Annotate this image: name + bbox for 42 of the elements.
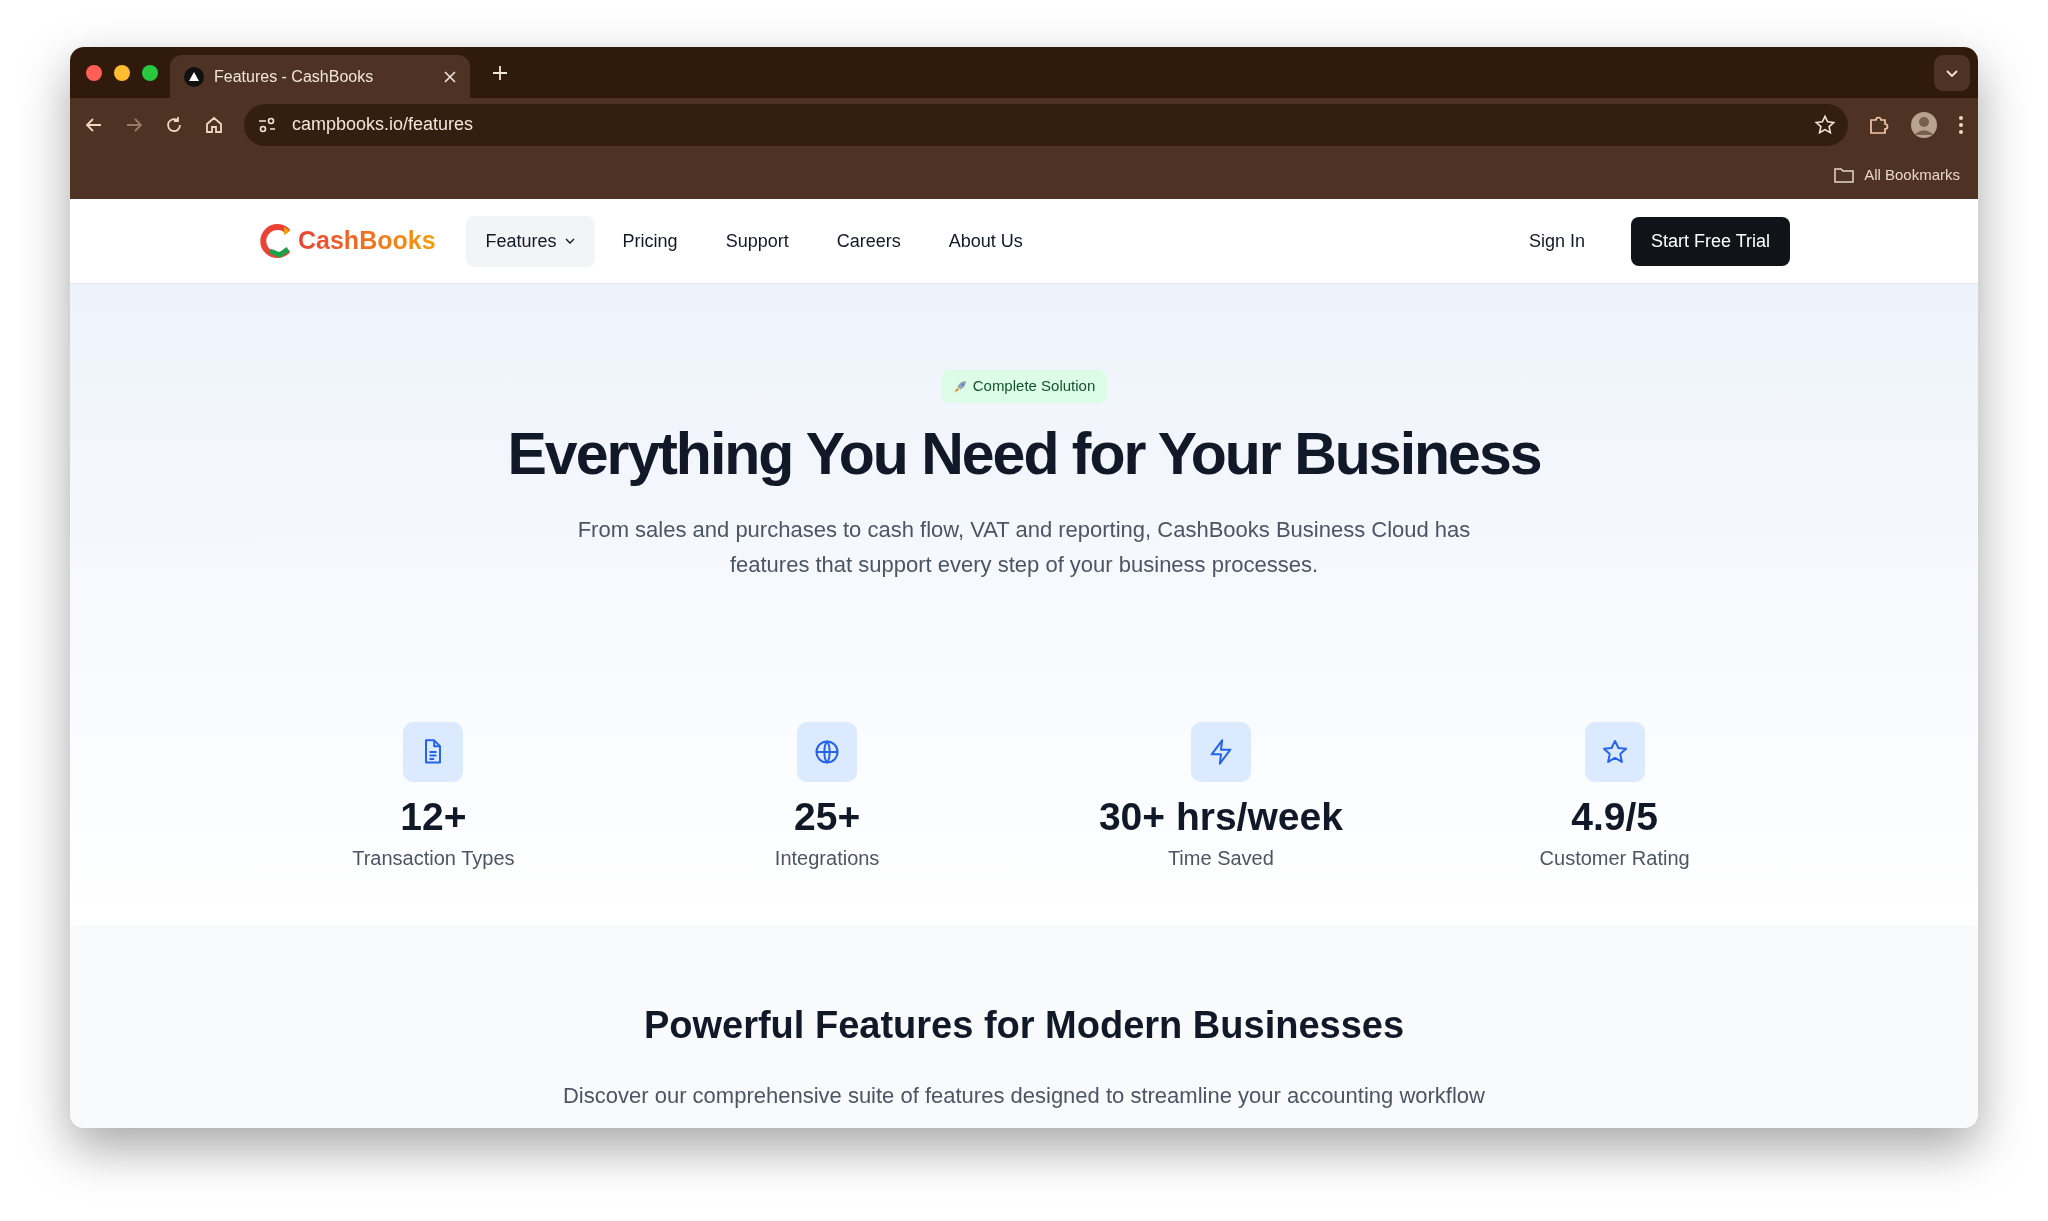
tab-list-chevron-icon[interactable] bbox=[1934, 54, 1970, 91]
tab-title: Features - CashBooks bbox=[214, 66, 375, 87]
stat-label: Integrations bbox=[774, 845, 880, 871]
bookmark-star-icon[interactable] bbox=[1814, 113, 1836, 136]
section-description: Discover our comprehensive suite of features designed to streamline your accounting workflow bbox=[563, 1082, 1485, 1110]
folder-icon bbox=[1834, 167, 1855, 184]
solution-badge: Complete Solution bbox=[940, 370, 1108, 403]
start-trial-button[interactable]: Start Free Trial bbox=[1630, 216, 1790, 266]
nav-link[interactable]: About Us bbox=[928, 215, 1043, 267]
nav-link[interactable]: Support bbox=[705, 215, 809, 267]
browser-tab[interactable]: Features - CashBooks bbox=[170, 55, 470, 98]
nav-link[interactable]: Careers bbox=[816, 215, 921, 267]
stat-value: 12+ bbox=[400, 795, 467, 839]
address-bar[interactable]: campbooks.io/features bbox=[244, 103, 1848, 146]
menu-icon[interactable] bbox=[1958, 113, 1964, 136]
lightning-bolt-icon bbox=[1190, 721, 1251, 782]
stat-label: Transaction Types bbox=[352, 845, 515, 871]
sign-in-link[interactable]: Sign In bbox=[1522, 226, 1591, 256]
home-icon[interactable] bbox=[204, 114, 224, 135]
url-text: campbooks.io/features bbox=[292, 113, 475, 137]
minimize-window-button[interactable] bbox=[114, 64, 130, 81]
reload-icon[interactable] bbox=[164, 114, 184, 135]
nav-link[interactable]: Pricing bbox=[602, 215, 698, 267]
new-tab-icon[interactable] bbox=[492, 64, 508, 81]
stat-label: Time Saved bbox=[1167, 845, 1274, 871]
stat-value: 30+ hrs/week bbox=[1098, 795, 1343, 839]
hero-title: Everything You Need for Your Business bbox=[507, 419, 1541, 489]
globe-icon bbox=[797, 721, 858, 782]
stat-value: 25+ bbox=[794, 795, 861, 839]
maximize-window-button[interactable] bbox=[142, 64, 158, 81]
rocket-icon bbox=[952, 379, 967, 394]
site-favicon-icon bbox=[184, 66, 204, 87]
stat-value: 4.9/5 bbox=[1571, 795, 1658, 839]
section-heading: Powerful Features for Modern Businesses bbox=[643, 1003, 1405, 1049]
close-window-button[interactable] bbox=[86, 64, 102, 81]
document-icon bbox=[403, 721, 464, 782]
stat-label: Customer Rating bbox=[1539, 845, 1690, 871]
avatar-icon[interactable] bbox=[1910, 110, 1938, 139]
close-tab-icon[interactable] bbox=[444, 70, 456, 83]
bookmarks-link[interactable]: All Bookmarks bbox=[1864, 164, 1960, 187]
nav-link[interactable]: Features bbox=[465, 215, 595, 267]
hero-subtitle: From sales and purchases to cash flow, VAT and reporting, CashBooks Business Cloud has features that support every step of your business processes. bbox=[576, 515, 1472, 579]
